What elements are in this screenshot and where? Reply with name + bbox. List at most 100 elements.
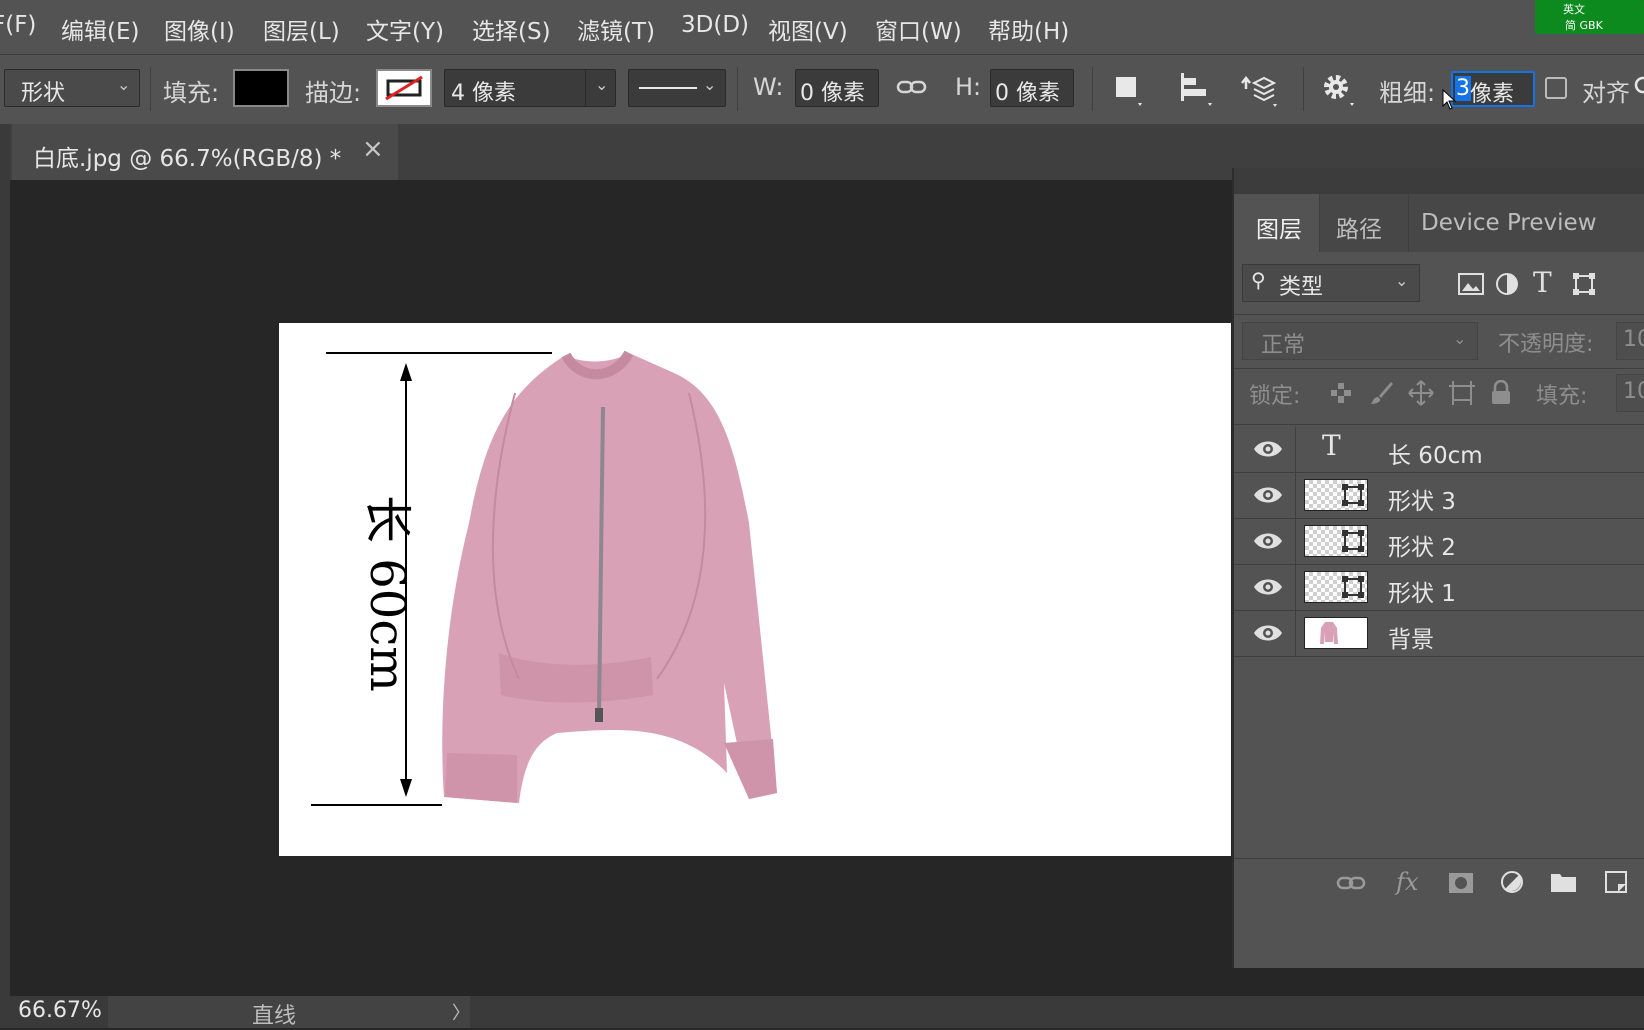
fill-input[interactable]: 10 [1616,374,1644,412]
ime-mode: 英文 [1563,3,1585,16]
layer-name: 背景 [1388,627,1434,653]
panel-header[interactable] [1234,168,1644,194]
eye-icon[interactable] [1252,437,1284,461]
tab-device-preview[interactable]: Device Preview [1409,194,1600,252]
image-filter-icon[interactable] [1458,272,1484,296]
eye-icon[interactable] [1252,483,1284,507]
divider [1295,611,1296,656]
new-layer-icon[interactable] [1604,870,1630,894]
menu-file[interactable]: F(F) [0,12,36,38]
menu-view[interactable]: 视图(V) [768,12,848,46]
layer-row-background[interactable]: 背景 [1234,611,1644,657]
stroke-width-input[interactable]: 4 像素 ⌄ [444,69,616,107]
divider [1092,67,1093,111]
stroke-color-swatch[interactable] [376,69,432,107]
options-bar: 形状 ⌄ 填充: 描边: 4 像素 ⌄ ⌄ W: 0 像素 H: 0 像素 粗细… [0,54,1644,125]
brush-icon[interactable] [1369,380,1395,406]
link-layers-icon[interactable] [1336,872,1366,894]
search-icon[interactable] [1634,75,1644,101]
adjustment-filter-icon[interactable] [1495,272,1521,296]
tool-mode-select[interactable]: 形状 ⌄ [4,69,140,107]
artboard-lock-icon[interactable] [1448,380,1476,406]
fill-label: 填充: [163,79,220,107]
solid-line-icon [639,87,697,89]
path-alignment-icon[interactable] [1178,71,1214,109]
eye-icon[interactable] [1252,529,1284,553]
chevron-down-icon: ⌄ [117,75,131,94]
eye-icon[interactable] [1252,621,1284,645]
lock-icon[interactable] [1490,380,1512,406]
chevron-down-icon[interactable]: ⌄ [595,75,608,94]
stroke-type-select[interactable]: ⌄ [628,69,726,107]
divider [1234,424,1644,425]
chevron-right-icon[interactable]: 〉 [452,999,470,1025]
fill-color-swatch[interactable] [233,69,289,107]
layer-row-text[interactable]: T 长 60cm [1234,427,1644,473]
path-operations-icon[interactable] [1112,73,1146,109]
search-icon: ⚲ [1251,268,1266,292]
shape-filter-icon[interactable] [1572,272,1598,296]
type-filter-icon[interactable]: T [1533,266,1552,299]
align-edges-checkbox[interactable] [1545,77,1567,99]
tab-paths[interactable]: 路径 [1320,194,1409,252]
stroke-label: 描边: [305,79,362,107]
align-edges-label: 对齐 [1582,79,1630,107]
shape-layer-icon [1342,576,1364,598]
height-input[interactable]: 0 像素 [990,69,1074,107]
gear-icon[interactable] [1320,71,1360,109]
folder-icon[interactable] [1550,870,1578,894]
close-icon[interactable]: × [362,134,384,164]
document-tab[interactable]: 白底.jpg @ 66.7%(RGB/8) * × [12,124,398,180]
menu-bar: F(F) 编辑(E) 图像(I) 图层(L) 文字(Y) 选择(S) 滤镜(T)… [0,0,1644,54]
arrow-up-icon [400,363,412,381]
status-info[interactable]: 直线 〉 [108,996,470,1029]
menu-help[interactable]: 帮助(H) [988,12,1069,46]
menu-select[interactable]: 选择(S) [472,12,551,46]
status-tool-text: 直线 [252,1004,297,1029]
layer-row-shape-1[interactable]: 形状 1 [1234,565,1644,611]
height-value: 0 像素 [995,81,1060,106]
menu-image[interactable]: 图像(I) [164,12,235,46]
weight-input[interactable]: 3 像素 [1451,71,1535,107]
blend-mode-select[interactable]: 正常 ⌄ [1242,322,1478,360]
menu-window[interactable]: 窗口(W) [875,12,962,46]
move-icon[interactable] [1408,380,1434,406]
layer-row-shape-3[interactable]: 形状 3 [1234,473,1644,519]
eye-icon[interactable] [1252,575,1284,599]
divider [1234,368,1644,369]
weight-unit: 像素 [1470,82,1515,107]
layer-mask-icon[interactable] [1448,872,1474,894]
layer-thumbnail [1304,617,1368,649]
shape-layer-icon [1342,530,1364,552]
divider [1295,473,1296,518]
layer-name: 形状 1 [1388,581,1456,607]
status-bar: 66.67% 直线 〉 [0,996,1644,1029]
menu-filter[interactable]: 滤镜(T) [577,12,655,46]
path-arrangement-icon[interactable] [1240,71,1280,109]
no-color-icon [385,75,423,101]
ime-indicator[interactable]: 英文 简 GBK [1535,0,1644,34]
tab-layers[interactable]: 图层 [1234,194,1320,252]
link-icon[interactable] [896,75,928,101]
lock-transparent-icon[interactable] [1330,382,1352,404]
chevron-down-icon: ⌄ [703,75,717,94]
chevron-down-icon: ⌄ [1395,271,1409,290]
menu-3d[interactable]: 3D(D) [681,12,749,38]
stroke-width-value: 4 像素 [451,81,516,106]
menu-type[interactable]: 文字(Y) [366,12,444,46]
fill-label: 填充: [1536,384,1588,409]
layers-panel: 图层 路径 Device Preview ⚲ 类型 ⌄ T 正常 ⌄ 不透明度:… [1232,168,1644,968]
fx-icon[interactable]: fx [1396,868,1418,896]
adjustment-layer-icon[interactable] [1500,870,1526,896]
menu-edit[interactable]: 编辑(E) [61,12,139,46]
layer-filter-select[interactable]: ⚲ 类型 ⌄ [1242,264,1420,302]
zoom-level[interactable]: 66.67% [18,998,102,1023]
left-edge [0,124,10,996]
shape-layer-icon [1342,484,1364,506]
width-input[interactable]: 0 像素 [795,69,879,107]
layer-row-shape-2[interactable]: 形状 2 [1234,519,1644,565]
menu-layer[interactable]: 图层(L) [263,12,340,46]
canvas-image[interactable]: 长 60cm [279,323,1231,856]
opacity-input[interactable]: 10 [1616,322,1644,360]
divider [737,67,738,111]
